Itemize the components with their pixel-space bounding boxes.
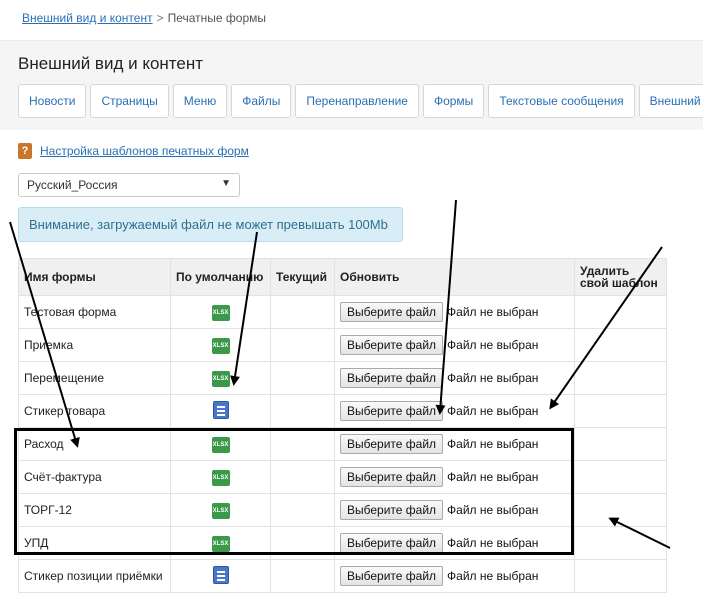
file-size-alert: Внимание, загружаемый файл не может прев… [18, 207, 403, 242]
header-delete-template: Удалить свой шаблон [574, 258, 667, 296]
print-templates-settings-link[interactable]: Настройка шаблонов печатных форм [40, 144, 249, 158]
xlsx-icon[interactable]: XLSX [211, 470, 230, 486]
page-title: Внешний вид и контент [18, 54, 204, 73]
table-row: Приемка XLSX Выберите файл Файл не выбран [18, 328, 667, 362]
file-status: Файл не выбран [447, 536, 539, 550]
header-default: По умолчанию [170, 258, 271, 296]
choose-file-button[interactable]: Выберите файл [340, 500, 444, 520]
tab-redirect[interactable]: Перенаправление [295, 84, 419, 118]
tab-pages[interactable]: Страницы [90, 84, 169, 118]
choose-file-button[interactable]: Выберите файл [340, 533, 444, 553]
xlsx-icon[interactable]: XLSX [211, 371, 230, 387]
header-update: Обновить [334, 258, 575, 296]
tab-menu[interactable]: Меню [172, 84, 228, 118]
tab-files[interactable]: Файлы [231, 84, 292, 118]
language-select-value: Русский_Россия [27, 178, 118, 192]
form-name: Приемка [18, 328, 171, 362]
header-current: Текущий [270, 258, 335, 296]
table-row: Тестовая форма XLSX Выберите файл Файл не… [18, 295, 667, 329]
table-row: Перемещение XLSX Выберите файл Файл не вы… [18, 361, 667, 395]
form-name: Стикер товара [18, 394, 171, 428]
language-select[interactable]: Русский_Россия ▼ [18, 173, 240, 197]
header-form-name: Имя формы [18, 258, 171, 296]
print-forms-table: Имя формы По умолчанию Текущий Обновить … [18, 258, 667, 593]
help-book-icon: ? [18, 143, 32, 159]
tab-forms[interactable]: Формы [422, 84, 485, 118]
xlsx-icon[interactable]: XLSX [211, 503, 230, 519]
breadcrumb-current: Печатные формы [167, 11, 267, 25]
file-status: Файл не выбран [447, 503, 539, 517]
xlsx-icon[interactable]: XLSX [211, 437, 230, 453]
breadcrumb-separator: > [156, 11, 164, 25]
table-row: Стикер позиции приёмки Выберите файл Файл… [18, 559, 667, 593]
breadcrumb: Внешний вид и контент > Печатные формы [22, 11, 266, 25]
form-name: Стикер позиции приёмки [18, 559, 171, 593]
table-row: УПД XLSX Выберите файл Файл не выбран [18, 526, 667, 560]
choose-file-button[interactable]: Выберите файл [340, 434, 444, 454]
doc-icon[interactable] [212, 565, 229, 584]
xlsx-icon[interactable]: XLSX [211, 338, 230, 354]
table-row: ТОРГ-12 XLSX Выберите файл Файл не выбран [18, 493, 667, 527]
tab-text-messages[interactable]: Текстовые сообщения [488, 84, 635, 118]
file-status: Файл не выбран [447, 404, 539, 418]
xlsx-icon[interactable]: XLSX [211, 305, 230, 321]
tab-news[interactable]: Новости [18, 84, 87, 118]
file-status: Файл не выбран [447, 338, 539, 352]
form-name: УПД [18, 526, 171, 560]
print-templates-settings: ? Настройка шаблонов печатных форм [18, 143, 249, 159]
file-status: Файл не выбран [447, 305, 539, 319]
form-name: ТОРГ-12 [18, 493, 171, 527]
table-row: Расход XLSX Выберите файл Файл не выбран [18, 427, 667, 461]
table-row: Стикер товара Выберите файл Файл не выбра… [18, 394, 667, 428]
table-header-row: Имя формы По умолчанию Текущий Обновить … [18, 258, 667, 296]
choose-file-button[interactable]: Выберите файл [340, 335, 444, 355]
doc-icon[interactable] [212, 400, 229, 419]
breadcrumb-link[interactable]: Внешний вид и контент [22, 11, 153, 25]
choose-file-button[interactable]: Выберите файл [340, 401, 444, 421]
file-status: Файл не выбран [447, 437, 539, 451]
xlsx-icon[interactable]: XLSX [211, 536, 230, 552]
form-name: Перемещение [18, 361, 171, 395]
choose-file-button[interactable]: Выберите файл [340, 368, 444, 388]
tab-appearance[interactable]: Внешний вид [638, 84, 703, 118]
file-status: Файл не выбран [447, 470, 539, 484]
form-name: Счёт-фактура [18, 460, 171, 494]
file-status: Файл не выбран [447, 569, 539, 583]
choose-file-button[interactable]: Выберите файл [340, 467, 444, 487]
choose-file-button[interactable]: Выберите файл [340, 566, 444, 586]
table-row: Счёт-фактура XLSX Выберите файл Файл не в… [18, 460, 667, 494]
form-name: Расход [18, 427, 171, 461]
form-name: Тестовая форма [18, 295, 171, 329]
file-status: Файл не выбран [447, 371, 539, 385]
chevron-down-icon: ▼ [221, 178, 231, 189]
choose-file-button[interactable]: Выберите файл [340, 302, 444, 322]
tab-bar: Новости Страницы Меню Файлы Перенаправле… [18, 84, 703, 118]
